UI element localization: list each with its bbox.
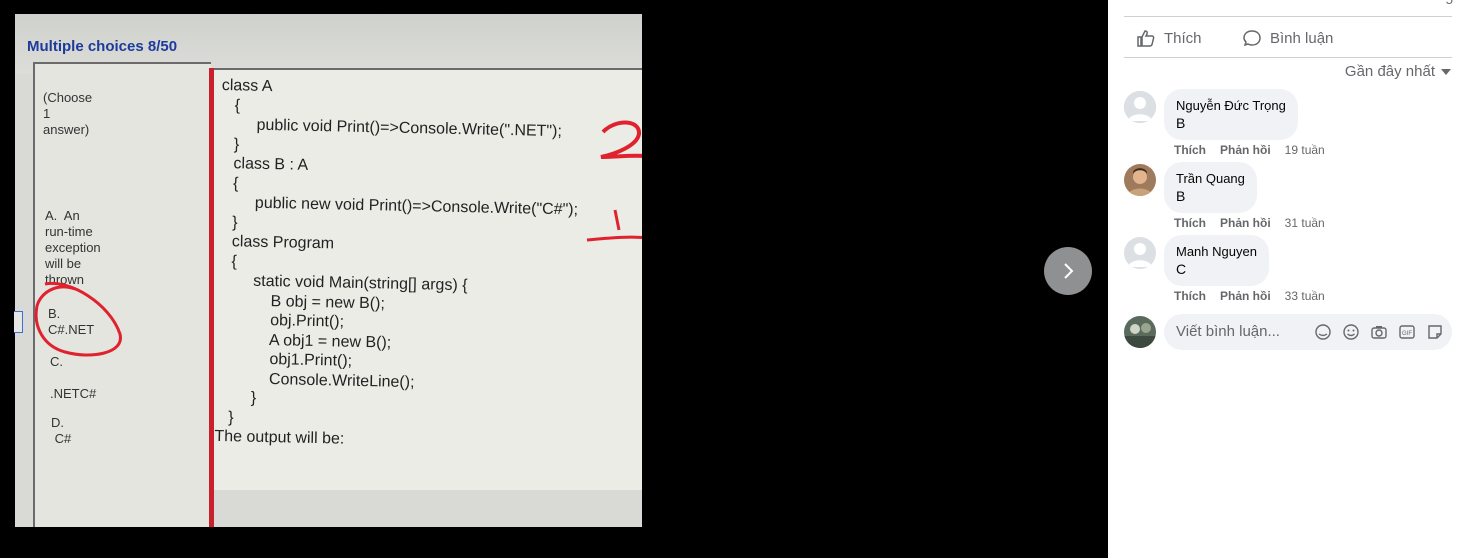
thumbs-up-icon [1137,30,1155,47]
comment-bubble: Manh Nguyen C [1164,235,1269,286]
commenter-name[interactable]: Nguyễn Đức Trọng [1176,97,1286,114]
emoji-icon[interactable] [1342,323,1360,341]
default-avatar-icon [1124,237,1156,269]
my-avatar[interactable] [1124,316,1156,348]
user-photo-icon [1124,164,1156,196]
like-label: Thích [1164,29,1202,47]
comment-like-link[interactable]: Thích [1174,289,1206,303]
next-photo-button[interactable] [1044,247,1092,295]
sort-dropdown[interactable]: Gần đây nhất [1345,63,1451,80]
svg-text:GIF: GIF [1402,331,1412,337]
comment-text: C [1176,261,1187,277]
comment-text: B [1176,188,1186,204]
comment-time[interactable]: 31 tuần [1285,216,1325,230]
comment-input[interactable]: Viết bình luận... GIF [1164,314,1452,350]
post-photo: Multiple choices 8/50 (Choose 1 answer) … [15,14,642,527]
avatar-sticker-icon[interactable] [1314,323,1332,341]
comment-action[interactable]: Bình luận [1242,28,1333,48]
circle-annotation [34,281,122,357]
comment-text: B [1176,115,1186,131]
comment-like-link[interactable]: Thích [1174,143,1206,157]
caret-down-icon [1441,68,1451,75]
avatar[interactable] [1124,91,1156,123]
gif-icon[interactable]: GIF [1398,323,1416,341]
side-tab-marker [14,311,23,333]
comment-bubble: Nguyễn Đức Trọng B [1164,89,1298,140]
comment-placeholder: Viết bình luận... [1176,323,1280,340]
number-2-annotation [600,120,642,159]
divider-actions [1124,57,1452,58]
comment-count: 5 [1446,0,1453,7]
sort-label: Gần đây nhất [1344,63,1435,80]
like-action[interactable]: Thích [1136,28,1202,48]
user-photo-icon [1124,316,1156,348]
divider-top [1124,16,1452,17]
comment-meta: Thích Phản hồi 19 tuần [1174,143,1325,157]
commenter-name[interactable]: Manh Nguyen [1176,243,1257,260]
comment-meta: Thích Phản hồi 31 tuần [1174,216,1325,230]
comment-meta: Thích Phản hồi 33 tuần [1174,289,1325,303]
red-annotations [34,120,642,357]
photo-viewer: Multiple choices 8/50 (Choose 1 answer) … [0,0,1108,558]
comment-icon [1243,30,1261,47]
comment-composer: Viết bình luận... GIF [1124,314,1452,350]
camera-icon[interactable] [1370,323,1388,341]
comment-time[interactable]: 33 tuần [1285,289,1325,303]
comment-reply-link[interactable]: Phản hồi [1220,143,1271,157]
underline-1b [613,209,621,231]
commenter-name[interactable]: Trần Quang [1176,170,1245,187]
default-avatar-icon [1124,91,1156,123]
avatar[interactable] [1124,164,1156,196]
underline-1 [586,235,642,242]
comment-like-link[interactable]: Thích [1174,216,1206,230]
composer-tools: GIF [1314,323,1444,341]
comment-time[interactable]: 19 tuần [1285,143,1325,157]
comment-reply-link[interactable]: Phản hồi [1220,289,1271,303]
comment-label: Bình luận [1270,29,1334,47]
avatar[interactable] [1124,237,1156,269]
chevron-right-icon [1064,263,1074,279]
comment-panel: 5 Thích Bình luận Gần đây nhất Nguyễn Đứ… [1108,0,1467,558]
sticker-icon[interactable] [1426,323,1444,341]
comment-bubble: Trần Quang B [1164,162,1257,213]
comment-reply-link[interactable]: Phản hồi [1220,216,1271,230]
